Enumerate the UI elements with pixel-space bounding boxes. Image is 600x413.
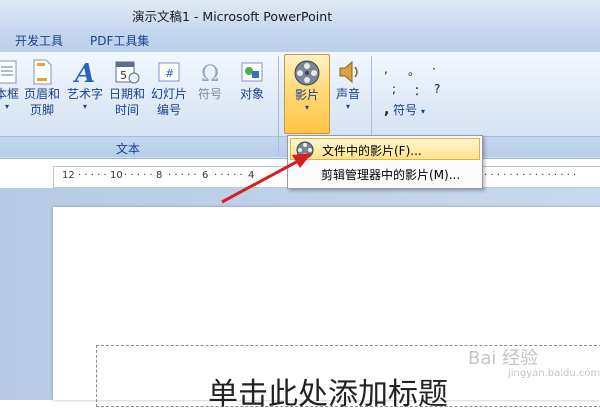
annotation-arrow xyxy=(221,153,312,204)
